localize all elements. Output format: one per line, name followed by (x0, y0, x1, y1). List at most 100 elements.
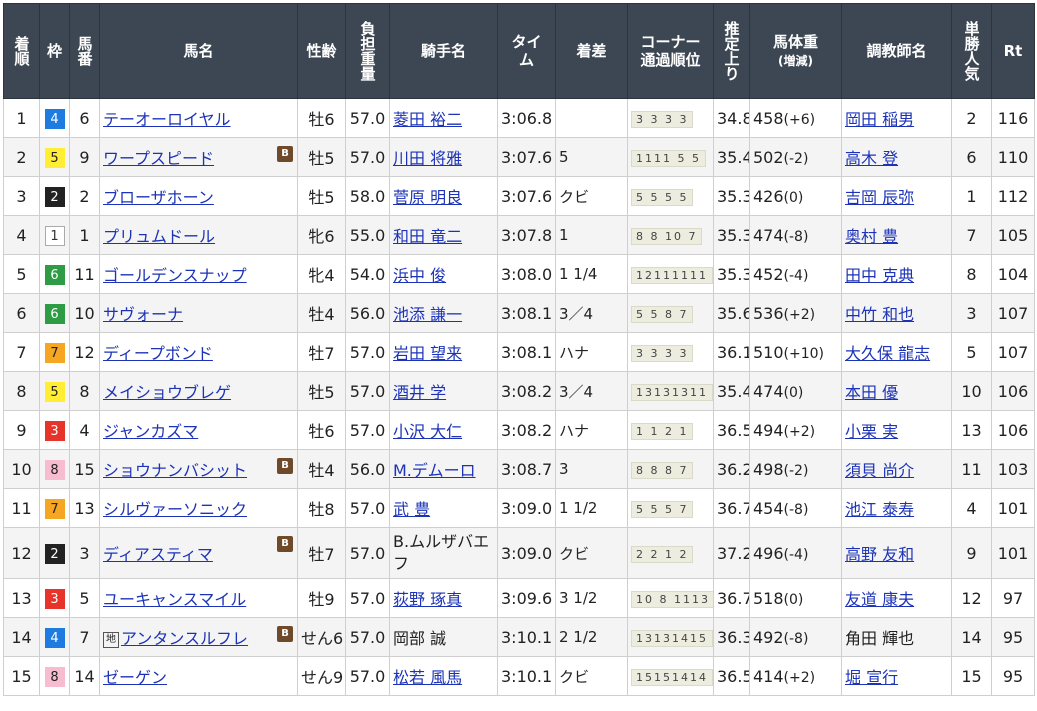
jockey-link[interactable]: 菅原 明良 (393, 188, 462, 207)
horse-link[interactable]: アンタンスルフレ (121, 629, 248, 648)
jockey-link[interactable]: M.デムーロ (393, 461, 476, 480)
trainer-cell: 奥村 豊 (841, 215, 952, 255)
body-weight: 494 (753, 420, 784, 440)
trainer-link[interactable]: 大久保 龍志 (845, 344, 930, 363)
rt-cell: 107 (991, 332, 1035, 372)
jockey-name: 岡部 誠 (393, 629, 447, 648)
num-cell: 5 (69, 578, 100, 618)
jockey-link[interactable]: 浜中 俊 (393, 266, 446, 285)
horse-cell: 地アンタンスルフレ B (99, 617, 298, 657)
table-row: 12 2 3 ディアスティマ B 牡7 57.0 B.ムルザバエフ 3:09.0 … (3, 527, 1035, 579)
table-row: 14 4 7 地アンタンスルフレ B せん6 57.0 岡部 誠 3:10.1 2… (3, 617, 1035, 657)
jockey-link[interactable]: 和田 竜二 (393, 227, 462, 246)
weight-cell: 57.0 (345, 617, 390, 657)
margin-cell: 1 1/2 (555, 488, 628, 528)
jockey-cell: 小沢 大仁 (389, 410, 498, 450)
sexage-cell: 牡6 (297, 410, 346, 450)
horse-link[interactable]: ディープボンド (103, 344, 213, 363)
trainer-link[interactable]: 岡田 稲男 (845, 110, 914, 129)
popularity-cell: 7 (951, 215, 992, 255)
sexage-cell: 牡4 (297, 293, 346, 333)
time-cell: 3:10.1 (497, 656, 556, 696)
jockey-link[interactable]: 酒井 学 (393, 383, 446, 402)
last3f-cell: 35.4 (713, 137, 750, 177)
trainer-link[interactable]: 田中 克典 (845, 266, 914, 285)
popularity-cell: 10 (951, 371, 992, 411)
body-weight-diff: (0) (783, 189, 804, 206)
body-weight-diff: (+6) (783, 111, 816, 128)
jockey-link[interactable]: 岩田 望来 (393, 344, 462, 363)
horse-link[interactable]: ブローザホーン (103, 188, 214, 207)
jockey-link[interactable]: 武 豊 (393, 500, 430, 519)
blinker-icon: B (277, 146, 293, 162)
waku-cell: 5 (39, 371, 70, 411)
trainer-cell: 堀 宣行 (841, 656, 952, 696)
rt-cell: 105 (991, 215, 1035, 255)
body-weight-diff: (-4) (783, 267, 809, 284)
trainer-link[interactable]: 池江 泰寿 (845, 500, 914, 519)
time-cell: 3:06.8 (497, 98, 556, 138)
body-weight-diff: (-8) (783, 228, 809, 245)
horse-link[interactable]: メイショウブレゲ (103, 383, 231, 402)
jockey-link[interactable]: 菱田 裕二 (393, 110, 462, 129)
rank-cell: 7 (3, 332, 40, 372)
jockey-cell: 池添 謙一 (389, 293, 498, 333)
margin-cell: ハナ (555, 332, 628, 372)
trainer-link[interactable]: 小栗 実 (845, 422, 898, 441)
time-cell: 3:08.2 (497, 410, 556, 450)
trainer-cell: 本田 優 (841, 371, 952, 411)
trainer-cell: 須貝 尚介 (841, 449, 952, 489)
horse-link[interactable]: ジャンカズマ (103, 422, 198, 441)
horse-link[interactable]: ディアスティマ (103, 545, 213, 564)
trainer-link[interactable]: 高野 友和 (845, 545, 914, 564)
trainer-link[interactable]: 高木 登 (845, 149, 898, 168)
horse-link[interactable]: ゼーゲン (103, 668, 167, 687)
rt-cell: 101 (991, 527, 1035, 579)
time-cell: 3:08.0 (497, 254, 556, 294)
horse-link[interactable]: ワープスピード (103, 149, 214, 168)
last3f-cell: 35.3 (713, 215, 750, 255)
trainer-link[interactable]: 奥村 豊 (845, 227, 898, 246)
trainer-link[interactable]: 友道 康夫 (845, 590, 914, 609)
popularity-cell: 2 (951, 98, 992, 138)
trainer-link[interactable]: 吉岡 辰弥 (845, 188, 914, 207)
jockey-link[interactable]: 川田 将雅 (393, 149, 462, 168)
header-body: 馬体重 (増減) (749, 3, 842, 99)
jockey-link[interactable]: 池添 謙一 (393, 305, 462, 324)
waku-cell: 7 (39, 332, 70, 372)
jockey-link[interactable]: 松若 風馬 (393, 668, 462, 687)
rank-cell: 3 (3, 176, 40, 216)
margin-cell: 3 1/2 (555, 578, 628, 618)
trainer-link[interactable]: 本田 優 (845, 383, 898, 402)
jockey-link[interactable]: 小沢 大仁 (393, 422, 462, 441)
body-weight-cell: 536(+2) (749, 293, 842, 333)
body-weight-diff: (+2) (783, 669, 816, 686)
table-row: 13 3 5 ユーキャンスマイル 牡9 57.0 荻野 琢真 3:09.6 3 … (3, 578, 1035, 618)
body-weight: 510 (753, 342, 784, 362)
horse-link[interactable]: サヴォーナ (103, 305, 183, 324)
body-weight-diff: (0) (783, 384, 804, 401)
trainer-link[interactable]: 堀 宣行 (845, 668, 898, 687)
horse-link[interactable]: ゴールデンスナップ (103, 266, 247, 285)
trainer-link[interactable]: 須貝 尚介 (845, 461, 914, 480)
num-cell: 1 (69, 215, 100, 255)
corner-order: 12111111 (631, 267, 713, 284)
header-body-label: 馬体重 (772, 32, 818, 51)
horse-link[interactable]: プリュムドール (103, 227, 215, 246)
horse-link[interactable]: シルヴァーソニック (103, 500, 247, 519)
horse-cell: ワープスピード B (99, 137, 298, 177)
margin-cell: 1 1/4 (555, 254, 628, 294)
margin-cell: 3 (555, 449, 628, 489)
num-cell: 8 (69, 371, 100, 411)
jockey-link[interactable]: 荻野 琢真 (393, 590, 462, 609)
horse-cell: ブローザホーン (99, 176, 298, 216)
horse-link[interactable]: ショウナンバシット (103, 461, 247, 480)
waku-cell: 6 (39, 254, 70, 294)
corner-cell: 13131311 (627, 371, 714, 411)
horse-link[interactable]: テーオーロイヤル (103, 110, 231, 129)
last3f-cell: 37.2 (713, 527, 750, 579)
trainer-link[interactable]: 中竹 和也 (845, 305, 914, 324)
body-weight-cell: 496(-4) (749, 527, 842, 579)
rt-cell: 107 (991, 293, 1035, 333)
horse-link[interactable]: ユーキャンスマイル (103, 590, 246, 609)
